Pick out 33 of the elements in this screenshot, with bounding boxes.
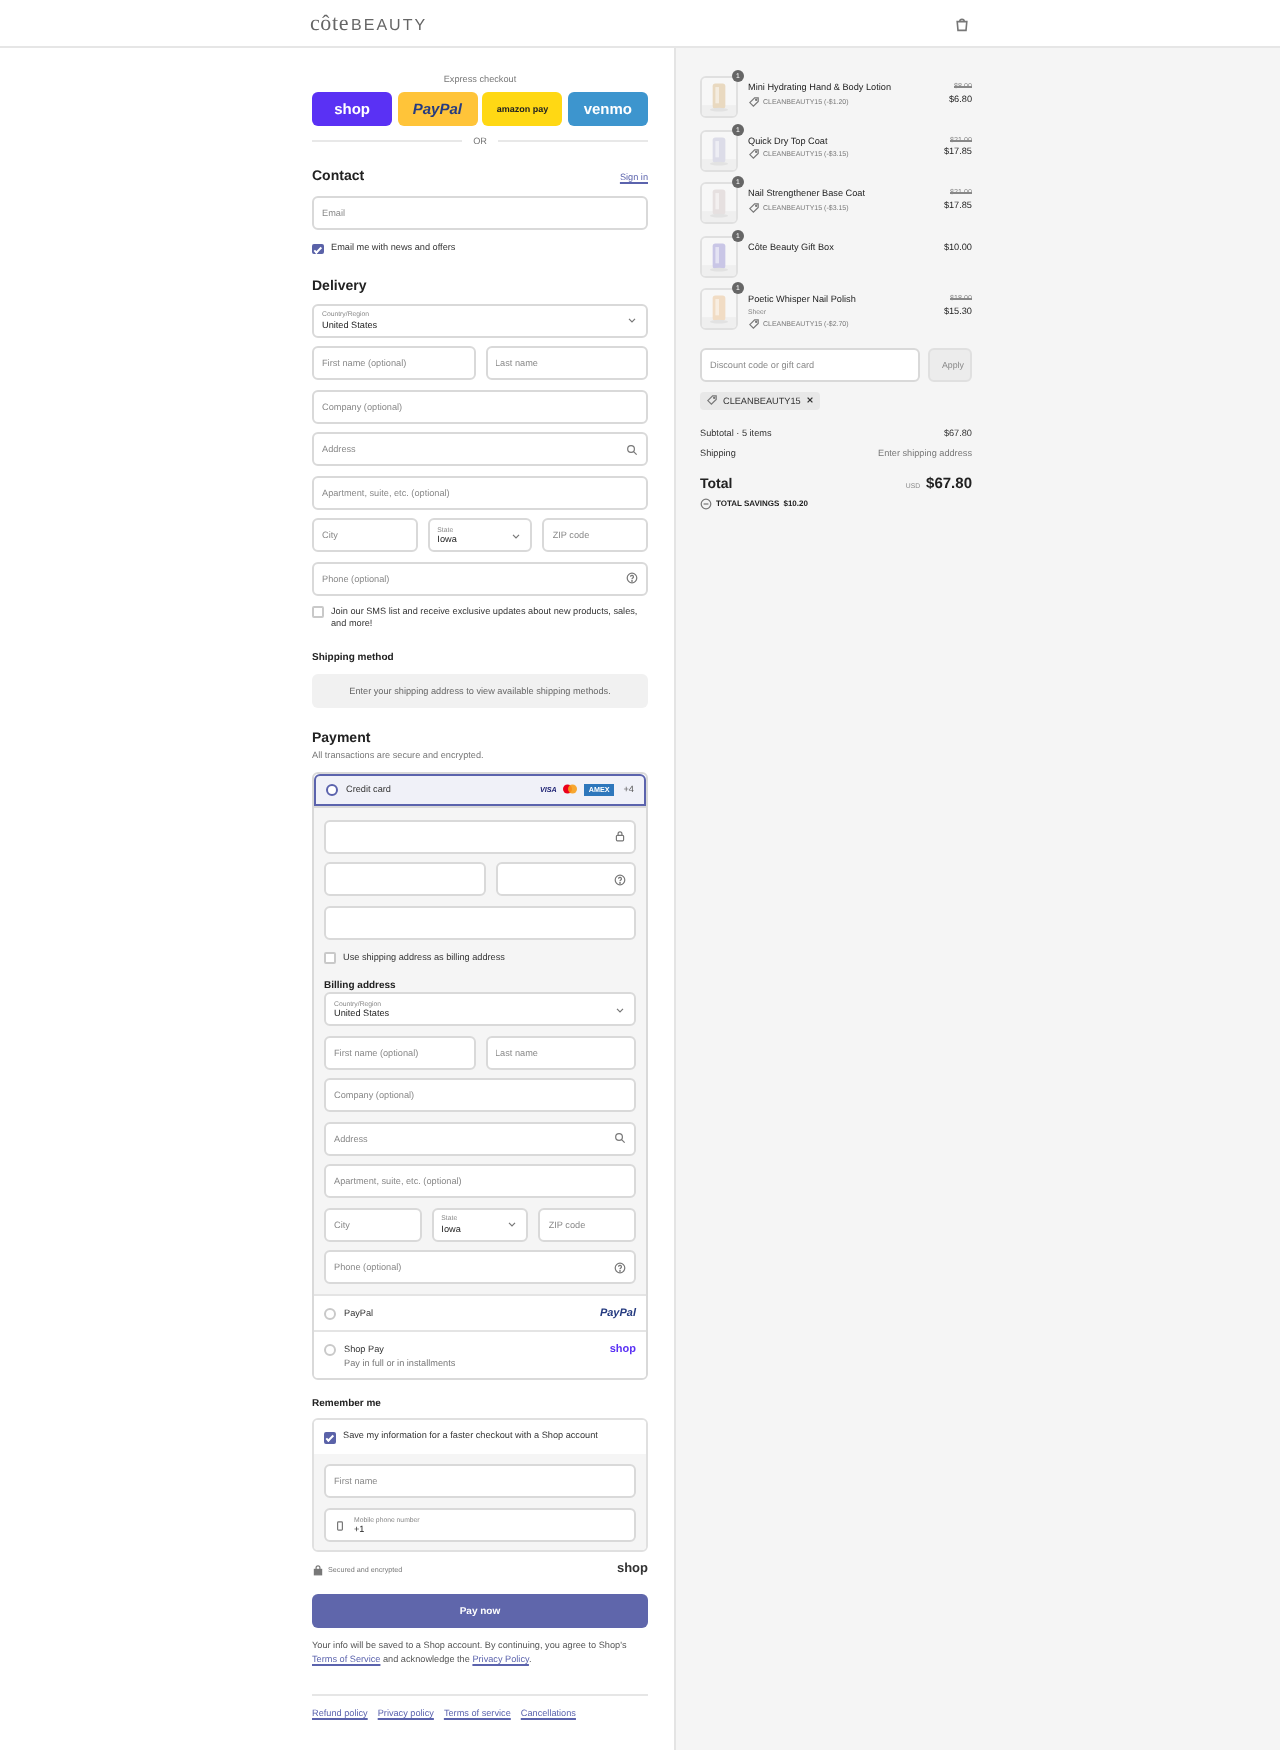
input-field[interactable] xyxy=(324,819,636,853)
chevron-down-icon xyxy=(506,1218,519,1230)
chevron-down-icon xyxy=(626,314,638,326)
help-icon xyxy=(614,1261,626,1273)
radio-button[interactable] xyxy=(324,1343,336,1355)
mastercard-logo xyxy=(562,784,579,794)
tag-icon xyxy=(706,394,718,406)
phone-icon xyxy=(334,1519,346,1531)
savings-icon xyxy=(700,497,712,509)
lock-icon xyxy=(312,1563,324,1575)
lock-icon xyxy=(614,830,626,842)
help-icon xyxy=(614,873,626,885)
input-field[interactable] xyxy=(495,862,636,896)
radio-button[interactable] xyxy=(326,783,338,795)
search-icon xyxy=(626,443,638,455)
radio-button[interactable] xyxy=(324,1307,336,1319)
shopping-bag-icon xyxy=(954,15,970,31)
input-field[interactable] xyxy=(324,862,485,896)
tag-icon xyxy=(748,201,760,213)
help-icon xyxy=(626,572,638,584)
checkbox[interactable] xyxy=(324,1432,335,1443)
checkbox[interactable] xyxy=(312,606,323,617)
checkbox[interactable] xyxy=(324,952,335,963)
tag-icon xyxy=(748,148,760,160)
close-icon[interactable] xyxy=(805,396,814,404)
chevron-down-icon xyxy=(614,1003,626,1015)
search-icon xyxy=(614,1132,626,1144)
brand-logo[interactable]: côte BEAUTY xyxy=(310,11,428,35)
checkbox[interactable] xyxy=(312,243,323,254)
input-field[interactable] xyxy=(324,905,636,939)
tag-icon xyxy=(748,318,760,330)
tag-icon xyxy=(748,95,760,107)
chevron-down-icon xyxy=(510,529,523,541)
